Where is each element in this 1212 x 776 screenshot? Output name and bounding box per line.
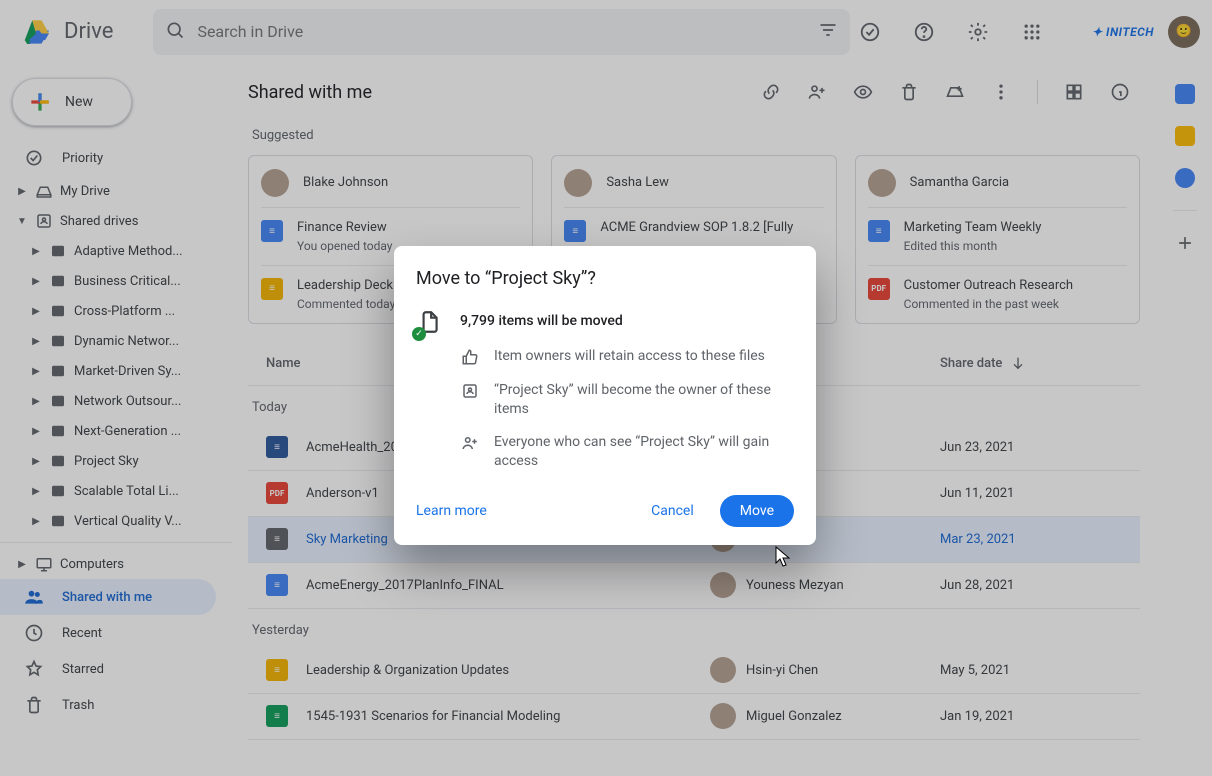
file-move-icon: ✓ — [416, 309, 444, 337]
owner-change-icon — [460, 381, 480, 401]
check-badge-icon: ✓ — [412, 327, 426, 341]
learn-more-link[interactable]: Learn more — [416, 503, 487, 519]
dialog-lead-text: 9,799 items will be moved — [460, 309, 623, 329]
mouse-cursor-icon — [774, 546, 794, 568]
dialog-line-3: Everyone who can see “Project Sky” will … — [494, 433, 794, 471]
thumb-up-icon — [460, 347, 480, 367]
dialog-line-2: “Project Sky” will become the owner of t… — [494, 381, 794, 419]
group-access-icon — [460, 433, 480, 453]
dialog-line-1: Item owners will retain access to these … — [494, 347, 765, 366]
dialog-title: Move to “Project Sky”? — [416, 268, 794, 289]
move-dialog: Move to “Project Sky”? ✓ 9,799 items wil… — [394, 246, 816, 545]
move-button[interactable]: Move — [720, 495, 794, 527]
cancel-button[interactable]: Cancel — [637, 495, 708, 527]
